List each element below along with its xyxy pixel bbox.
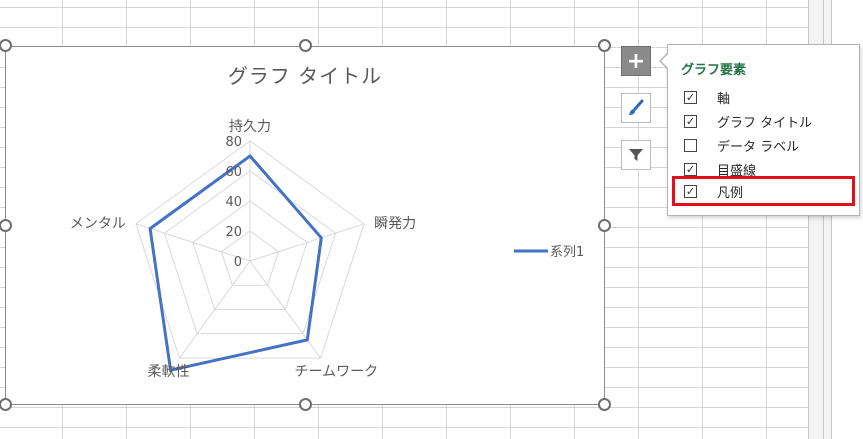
- radar-category-label: 柔軟性: [148, 364, 190, 380]
- popup-pointer-inner: [661, 53, 669, 69]
- popup-item-data-labels[interactable]: データ ラベル: [684, 135, 799, 155]
- radar-category-label: 持久力: [229, 119, 271, 135]
- popup-title: グラフ要素: [681, 63, 747, 78]
- radar-tick-labels: 0 20 40 60 80: [225, 135, 242, 270]
- radar-chart-plot: 0 20 40 60 80 持久力瞬発力チームワーク 柔軟性 メンタル 系列1: [70, 119, 584, 380]
- axes-checkbox[interactable]: ✓: [684, 90, 697, 104]
- legend-series-label: 系列1: [550, 245, 584, 260]
- radar-gridlines: [135, 140, 365, 359]
- radar-spoke: [249, 223, 365, 262]
- chart-title-label: グラフ タイトル: [717, 115, 813, 131]
- radar-tick-label: 40: [225, 195, 242, 210]
- chart-elements-button[interactable]: +: [621, 46, 651, 76]
- radar-tick-label: 80: [225, 135, 242, 150]
- radar-category-label: メンタル: [70, 216, 126, 232]
- data-labels-checkbox[interactable]: [684, 138, 697, 152]
- radar-tick-label: 20: [225, 225, 242, 240]
- radar-category-labels: 持久力瞬発力チームワーク 柔軟性 メンタル: [70, 119, 416, 380]
- chart-styles-button[interactable]: [621, 93, 651, 123]
- chart-title-checkbox[interactable]: ✓: [684, 114, 697, 128]
- radar-tick-label: 0: [234, 255, 242, 270]
- radar-category-label: チームワーク: [295, 364, 379, 380]
- radar-category-label: 瞬発力: [374, 216, 416, 232]
- chart-legend[interactable]: 系列1: [514, 245, 584, 260]
- chart-filters-button[interactable]: [621, 140, 651, 170]
- plus-icon: +: [626, 48, 646, 74]
- worksheet-grid[interactable]: グラフ タイトル 0 20 40 60 80 持久力瞬発力チームワーク 柔軟性 メンタル 系…: [0, 0, 863, 439]
- popup-item-chart-title[interactable]: ✓ グラフ タイトル: [684, 111, 812, 131]
- radar-tick-label: 60: [225, 165, 242, 180]
- chart-elements-popup: グラフ要素 ✓ 軸 ✓ グラフ タイトル データ ラベル ✓ 目盛線 ✓ 凡例: [667, 44, 860, 216]
- data-labels-label: データ ラベル: [717, 139, 800, 155]
- gridlines-checkbox[interactable]: ✓: [684, 162, 697, 176]
- axes-label: 軸: [717, 91, 731, 107]
- filter-icon: [629, 149, 643, 161]
- legend-highlight-box: [672, 176, 855, 206]
- brush-icon: [629, 99, 644, 115]
- popup-item-axes[interactable]: ✓ 軸: [684, 87, 730, 107]
